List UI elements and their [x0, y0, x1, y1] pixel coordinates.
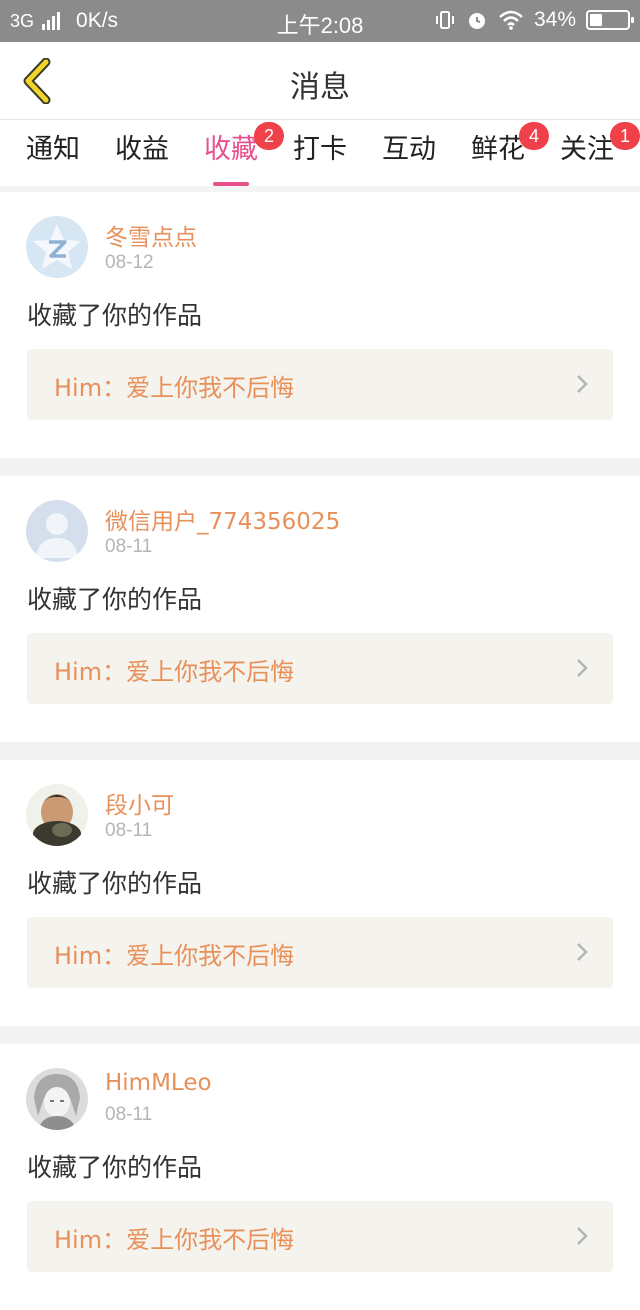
battery-icon	[586, 10, 634, 30]
action-text: 收藏了你的作品	[27, 585, 203, 614]
tab-flowers[interactable]: 鲜花 4	[453, 122, 549, 186]
list-item: 微信用户_774356025 08-11 收藏了你的作品 Him：爱上你我不后悔	[0, 476, 640, 742]
default-user-avatar-icon	[26, 500, 88, 562]
action-text: 收藏了你的作品	[27, 1153, 203, 1182]
qq-zone-avatar-icon	[26, 216, 88, 278]
divider	[0, 1026, 640, 1044]
date: 08-12	[105, 252, 154, 273]
tab-notice[interactable]: 通知	[8, 130, 98, 186]
tab-label: 打卡	[293, 134, 347, 165]
page-title: 消息	[290, 70, 350, 105]
tab-badge: 1	[610, 122, 640, 150]
work-card[interactable]: Him：爱上你我不后悔	[27, 349, 613, 420]
list-item: HimMLeo 08-11 收藏了你的作品 Him：爱上你我不后悔	[0, 1044, 640, 1310]
action-text: 收藏了你的作品	[27, 869, 203, 898]
divider	[0, 742, 640, 760]
avatar[interactable]	[26, 1068, 88, 1130]
battery-fill	[590, 14, 603, 26]
wifi-icon	[499, 10, 523, 30]
tab-label: 鲜花	[471, 134, 525, 165]
tab-label: 通知	[26, 134, 80, 165]
work-title: Him：爱上你我不后悔	[54, 942, 295, 970]
work-card[interactable]: Him：爱上你我不后悔	[27, 917, 613, 988]
anime-avatar-icon	[26, 1068, 88, 1130]
tab-label: 收益	[115, 134, 169, 165]
username[interactable]: 段小可	[105, 786, 174, 820]
avatar[interactable]	[26, 216, 88, 278]
tab-label: 互动	[382, 134, 436, 165]
tab-follow[interactable]: 关注 1	[542, 122, 640, 186]
chevron-right-icon	[577, 659, 588, 677]
work-title: Him：爱上你我不后悔	[54, 658, 295, 686]
tab-earnings[interactable]: 收益	[97, 130, 187, 186]
tab-interaction[interactable]: 互动	[364, 130, 454, 186]
nav-bar: 消息	[0, 42, 640, 120]
divider	[0, 458, 640, 476]
username[interactable]: 微信用户_774356025	[105, 502, 340, 536]
battery-percent: 34%	[533, 8, 576, 31]
chevron-right-icon	[577, 375, 588, 393]
tab-checkin[interactable]: 打卡	[275, 130, 365, 186]
tab-label: 关注	[560, 134, 614, 165]
work-card[interactable]: Him：爱上你我不后悔	[27, 1201, 613, 1272]
username[interactable]: HimMLeo	[105, 1070, 212, 1096]
tab-label: 收藏	[204, 134, 258, 165]
notification-list: 冬雪点点 08-12 收藏了你的作品 Him：爱上你我不后悔 微信用户_7743…	[0, 192, 640, 1310]
user-photo-icon	[26, 784, 88, 846]
tab-bar: 通知 收益 收藏 2 打卡 互动 鲜花 4 关注 1	[0, 120, 640, 186]
status-bar: 3G 0K/s 上午2:08 34%	[0, 0, 640, 42]
work-card[interactable]: Him：爱上你我不后悔	[27, 633, 613, 704]
avatar[interactable]	[26, 784, 88, 846]
action-text: 收藏了你的作品	[27, 301, 203, 330]
alarm-icon	[468, 13, 485, 29]
status-right: 34%	[434, 8, 634, 32]
vibrate-icon	[435, 11, 454, 29]
avatar[interactable]	[26, 500, 88, 562]
chevron-right-icon	[577, 943, 588, 961]
list-item: 段小可 08-11 收藏了你的作品 Him：爱上你我不后悔	[0, 760, 640, 1026]
date: 08-11	[105, 536, 153, 557]
username[interactable]: 冬雪点点	[105, 218, 197, 252]
tab-favorites[interactable]: 收藏 2	[186, 122, 284, 186]
chevron-right-icon	[577, 1227, 588, 1245]
work-title: Him：爱上你我不后悔	[54, 1226, 295, 1254]
date: 08-11	[105, 1104, 153, 1125]
date: 08-11	[105, 820, 153, 841]
work-title: Him：爱上你我不后悔	[54, 374, 295, 402]
list-item: 冬雪点点 08-12 收藏了你的作品 Him：爱上你我不后悔	[0, 192, 640, 458]
